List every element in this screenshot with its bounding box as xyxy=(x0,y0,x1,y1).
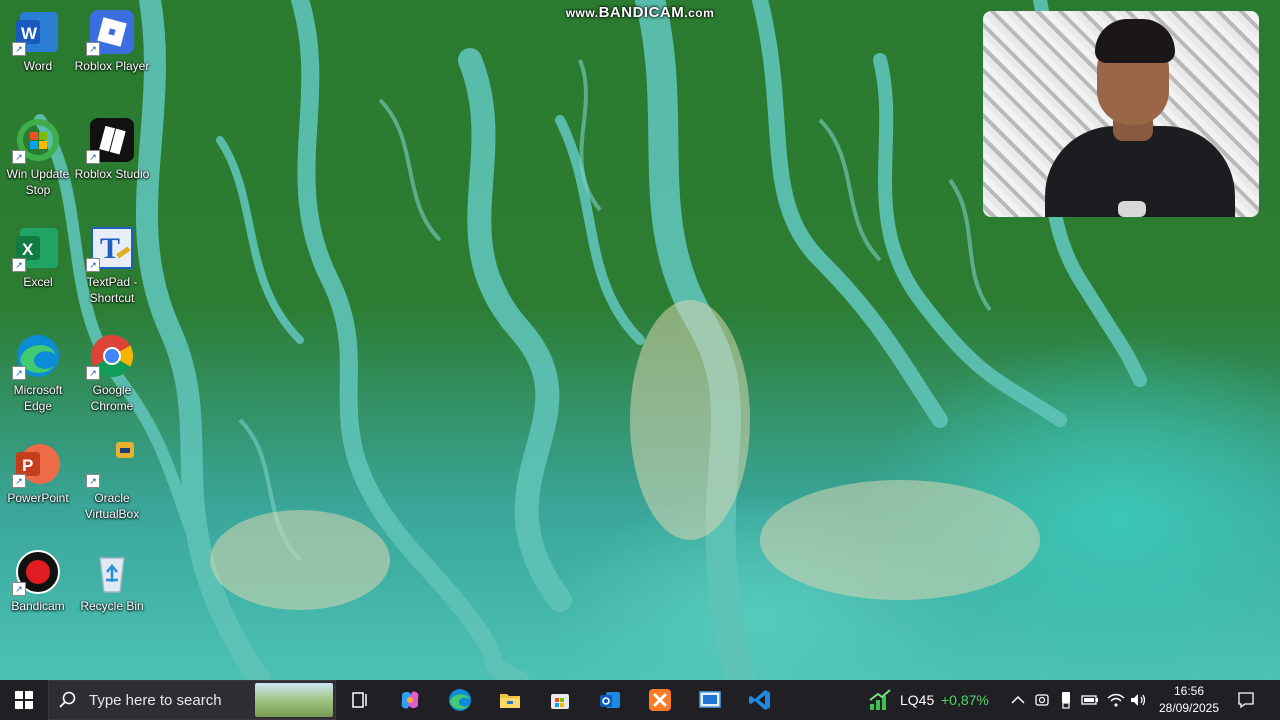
clock-time: 16:56 xyxy=(1173,684,1205,698)
taskbar-search-box[interactable]: Type here to search xyxy=(48,680,336,720)
desktop-icon-powerpoint[interactable]: P ↗ PowerPoint xyxy=(0,436,76,536)
file-explorer-button[interactable] xyxy=(486,680,534,720)
desktop-icon-win-update-stop[interactable]: ↗ Win Update Stop xyxy=(0,112,76,212)
notification-icon xyxy=(1238,692,1254,709)
speaker-icon xyxy=(1131,694,1146,706)
shortcut-arrow-icon: ↗ xyxy=(12,366,26,380)
desktop-icon-label: Win Update Stop xyxy=(6,167,70,197)
camera-icon xyxy=(1035,694,1049,706)
shortcut-arrow-icon: ↗ xyxy=(12,474,26,488)
tray-camera-button[interactable] xyxy=(1032,690,1052,710)
tray-usb-button[interactable] xyxy=(1056,690,1076,710)
bandicam-watermark: www.BANDICAM.com xyxy=(565,4,715,21)
svg-text:T: T xyxy=(100,232,120,265)
vscode-button[interactable] xyxy=(736,680,784,720)
taskbar-clock[interactable]: 16:56 28/09/2025 xyxy=(1150,683,1228,717)
battery-icon xyxy=(1081,695,1098,705)
usb-drive-icon xyxy=(1062,692,1070,709)
windows-logo-icon xyxy=(15,691,33,709)
desktop-icon-roblox-studio[interactable]: ↗ Roblox Studio xyxy=(74,112,150,212)
desktop-icon-word[interactable]: W ↗ Word xyxy=(0,4,76,104)
desktop-icon-chrome[interactable]: ↗ Google Chrome xyxy=(74,328,150,428)
outlook-button[interactable] xyxy=(586,680,634,720)
desktop-icon-label: Microsoft Edge xyxy=(13,383,63,413)
search-icon xyxy=(59,691,76,708)
shortcut-arrow-icon: ↗ xyxy=(86,42,100,56)
tray-volume-button[interactable] xyxy=(1128,690,1148,710)
shortcut-arrow-icon: ↗ xyxy=(86,150,100,164)
xampp-button[interactable] xyxy=(636,680,684,720)
wifi-icon xyxy=(1107,693,1125,707)
taskbar: Type here to search LQ45 +0,87% 16:56 28… xyxy=(0,680,1280,720)
shortcut-arrow-icon: ↗ xyxy=(12,582,26,596)
stock-widget[interactable]: LQ45 +0,87% xyxy=(868,680,998,720)
folder-icon xyxy=(500,694,520,708)
chevron-up-icon xyxy=(1011,695,1025,704)
desktop-icon-label: Bandicam xyxy=(11,599,65,613)
shortcut-arrow-icon: ↗ xyxy=(86,474,100,488)
stock-chart-icon xyxy=(869,689,891,710)
svg-text:P: P xyxy=(22,456,33,475)
svg-text:W: W xyxy=(21,24,38,43)
desktop-icon-label: Oracle VirtualBox xyxy=(84,491,140,521)
remote-desktop-button[interactable] xyxy=(686,680,734,720)
microsoft-store-button[interactable] xyxy=(536,680,584,720)
shortcut-arrow-icon: ↗ xyxy=(86,366,100,380)
desktop-icon-label: Roblox Player xyxy=(74,59,150,73)
desktop-icon-label: Word xyxy=(23,59,53,73)
xampp-icon xyxy=(649,689,671,711)
copilot-button[interactable] xyxy=(386,680,434,720)
recycle-bin-icon xyxy=(88,548,136,596)
shortcut-arrow-icon: ↗ xyxy=(12,258,26,272)
desktop-icon-bandicam[interactable]: ↗ Bandicam xyxy=(0,544,76,644)
svg-text:X: X xyxy=(22,240,34,259)
start-button[interactable] xyxy=(0,680,48,720)
search-placeholder: Type here to search xyxy=(89,692,222,709)
shortcut-arrow-icon: ↗ xyxy=(86,258,100,272)
shortcut-arrow-icon: ↗ xyxy=(12,150,26,164)
search-highlight-image xyxy=(255,683,333,717)
desktop-icon-recycle-bin[interactable]: Recycle Bin xyxy=(74,544,150,644)
desktop-icon-label: TextPad - Shortcut xyxy=(86,275,138,305)
clock-date: 28/09/2025 xyxy=(1158,701,1220,715)
task-view-button[interactable] xyxy=(336,680,384,720)
vscode-icon xyxy=(749,690,770,710)
remote-desktop-icon xyxy=(699,691,721,708)
desktop-icon-label: Google Chrome xyxy=(90,383,134,413)
tray-network-button[interactable] xyxy=(1106,690,1126,710)
store-icon xyxy=(551,694,569,709)
notification-center-button[interactable] xyxy=(1236,690,1256,710)
desktop-icon-virtualbox[interactable]: ↗ Oracle VirtualBox xyxy=(74,436,150,536)
desktop-icon-textpad[interactable]: T ↗ TextPad - Shortcut xyxy=(74,220,150,320)
desktop-icon-label: PowerPoint xyxy=(7,491,69,505)
desktop-icon-label: Excel xyxy=(23,275,53,289)
edge-icon xyxy=(449,689,471,711)
webcam-person-hair xyxy=(1095,19,1175,63)
desktop-icon-excel[interactable]: X ↗ Excel xyxy=(0,220,76,320)
show-hidden-icons-button[interactable] xyxy=(1008,690,1028,710)
stock-change: +0,87% xyxy=(941,692,989,708)
task-view-icon xyxy=(352,692,367,708)
stock-name: LQ45 xyxy=(900,692,935,708)
outlook-icon xyxy=(600,692,620,708)
desktop-icon-label: Roblox Studio xyxy=(74,167,150,181)
tray-battery-button[interactable] xyxy=(1080,690,1100,710)
desktop-icon-roblox-player[interactable]: ↗ Roblox Player xyxy=(74,4,150,104)
desktop-icon-edge[interactable]: ↗ Microsoft Edge xyxy=(0,328,76,428)
copilot-icon xyxy=(401,691,419,709)
webcam-shirt-logo xyxy=(1118,201,1146,217)
desktop-icon-label: Recycle Bin xyxy=(80,599,144,613)
shortcut-arrow-icon: ↗ xyxy=(12,42,26,56)
webcam-overlay xyxy=(983,11,1259,217)
taskbar-edge-button[interactable] xyxy=(436,680,484,720)
